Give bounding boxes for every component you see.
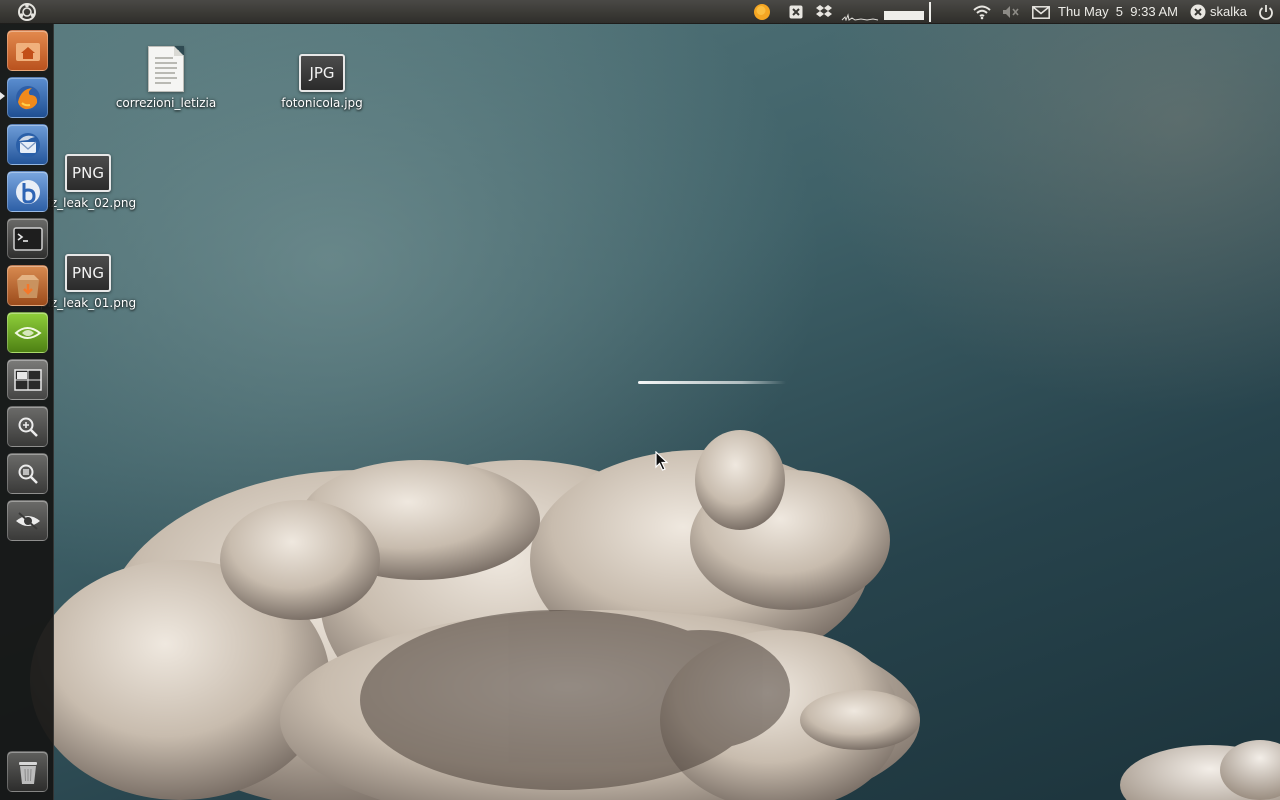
- activity-graph-icon: [841, 13, 879, 21]
- envelope-icon: [1032, 5, 1050, 19]
- launcher-zoom-search[interactable]: [7, 453, 48, 494]
- network-indicator[interactable]: [970, 0, 994, 24]
- x-square-icon: [789, 5, 803, 19]
- zoom-in-icon: [18, 417, 38, 437]
- firefox-running-indicator: [0, 92, 5, 100]
- username-label[interactable]: skalka: [1210, 0, 1247, 24]
- launcher-bluefish[interactable]: [7, 171, 48, 212]
- weather-indicator[interactable]: [751, 0, 773, 24]
- wifi-icon: [973, 5, 991, 20]
- launcher-workspace-switcher[interactable]: [7, 359, 48, 400]
- memory-bar-icon: [884, 10, 924, 20]
- power-icon: [1259, 5, 1273, 20]
- launcher-screensaver[interactable]: [7, 500, 48, 541]
- launcher-trash[interactable]: [7, 751, 48, 792]
- launcher-software-center[interactable]: [7, 265, 48, 306]
- dropbox-indicator[interactable]: [813, 0, 835, 24]
- ubuntu-logo-icon: [18, 3, 36, 21]
- jpg-file-icon: JPG: [299, 54, 345, 92]
- sun-icon: [754, 4, 770, 20]
- dropbox-icon: [816, 5, 832, 17]
- nvidia-icon: [14, 326, 42, 339]
- bluefish-icon: [15, 179, 40, 204]
- messaging-indicator[interactable]: [1030, 0, 1052, 24]
- app-indicator[interactable]: [786, 0, 806, 24]
- desktop-icon-label: correzioni_letizia: [115, 96, 217, 110]
- workspace-switcher-icon: [13, 368, 42, 391]
- png-file-icon: PNG: [65, 254, 111, 292]
- firefox-icon: [15, 85, 40, 110]
- clock[interactable]: Thu May 5 9:33 AM: [1058, 0, 1178, 24]
- contrail: [638, 381, 786, 384]
- png-file-icon: PNG: [65, 154, 111, 192]
- user-status-indicator[interactable]: [1188, 0, 1208, 24]
- session-menu-button[interactable]: [1254, 0, 1278, 24]
- launcher-firefox[interactable]: [7, 77, 48, 118]
- text-document-icon: [148, 46, 184, 92]
- launcher-thunderbird[interactable]: [7, 124, 48, 165]
- sound-indicator[interactable]: [1000, 0, 1022, 24]
- launcher-terminal[interactable]: [7, 218, 48, 259]
- launcher-zoom-in[interactable]: [7, 406, 48, 447]
- load-monitor-bar[interactable]: [927, 0, 933, 24]
- thunderbird-icon: [15, 132, 40, 157]
- trash-icon: [18, 761, 37, 784]
- desktop-icon-label: fotonicola.jpg: [281, 96, 363, 110]
- home-folder-icon: [15, 42, 40, 61]
- memory-monitor-bar[interactable]: [882, 0, 926, 24]
- cloud-wallpaper-graphic: [30, 430, 1280, 800]
- software-center-icon: [16, 274, 39, 298]
- desktop-icon-label: piz_leak_02.png: [39, 196, 137, 210]
- desktop-icon-correzioni-letizia[interactable]: correzioni_letizia: [111, 46, 221, 110]
- ubuntu-menu-button[interactable]: [0, 0, 54, 24]
- launcher-nvidia-settings[interactable]: [7, 312, 48, 353]
- magnifier-icon: [18, 464, 38, 484]
- top-panel: Thu May 5 9:33 AM skalka: [0, 0, 1280, 24]
- desktop-icon-label: piz_leak_01.png: [39, 296, 137, 310]
- volume-muted-icon: [1003, 6, 1019, 18]
- unity-launcher: [0, 24, 54, 800]
- desktop-icon-fotonicola[interactable]: JPG fotonicola.jpg: [267, 54, 377, 110]
- user-offline-icon: [1190, 4, 1206, 20]
- terminal-icon: [12, 226, 43, 251]
- system-monitor-graph[interactable]: [840, 0, 880, 24]
- mouse-pointer-icon: [655, 451, 669, 471]
- launcher-home-folder[interactable]: [7, 30, 48, 71]
- load-bar-icon: [929, 2, 931, 22]
- eye-icon: [15, 511, 40, 530]
